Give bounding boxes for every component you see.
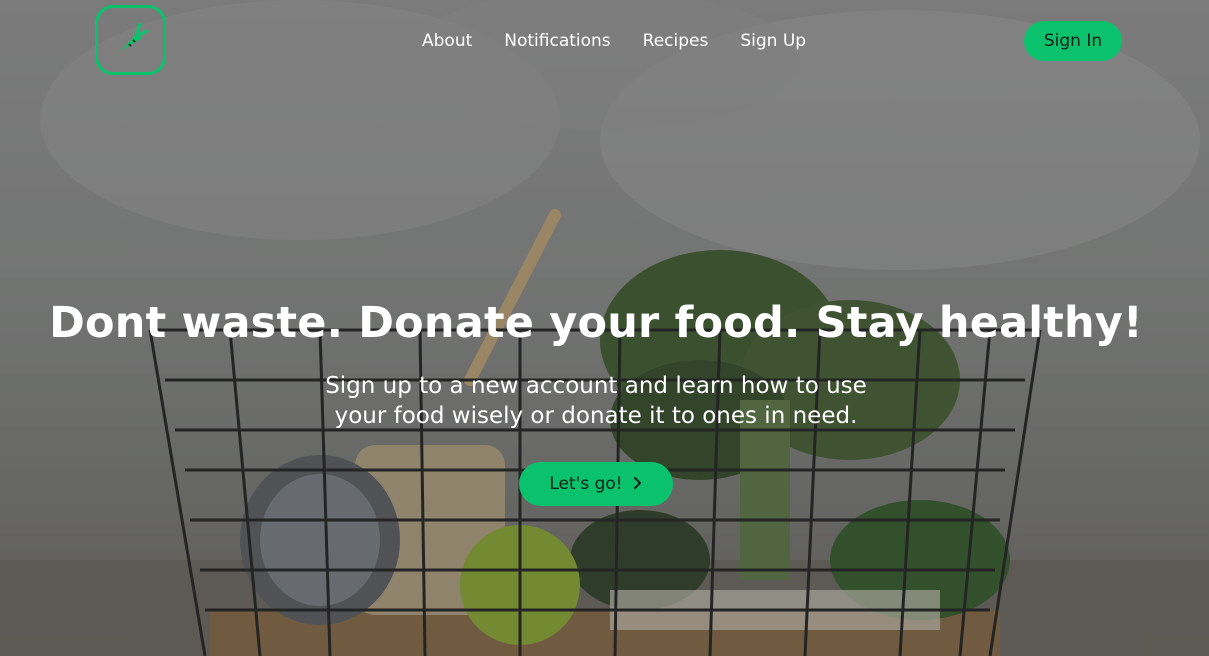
nav-link-signup[interactable]: Sign Up — [740, 30, 806, 52]
logo[interactable] — [95, 5, 166, 75]
hero-section: About Notifications Recipes Sign Up Sign… — [0, 0, 1209, 656]
nav-link-recipes[interactable]: Recipes — [643, 30, 709, 52]
lets-go-button[interactable]: Let's go! — [519, 462, 673, 506]
nav-link-about[interactable]: About — [422, 30, 472, 52]
hero-subtext: Sign up to a new account and learn how t… — [325, 373, 867, 429]
nav-link-notifications[interactable]: Notifications — [504, 30, 610, 52]
hero-headline: Dont waste. Donate your food. Stay healt… — [49, 298, 1143, 348]
carrot-icon — [111, 18, 151, 62]
navbar: About Notifications Recipes Sign Up Sign… — [0, 0, 1209, 82]
chevron-right-icon — [633, 476, 643, 493]
nav-links: About Notifications Recipes Sign Up — [422, 30, 806, 52]
signin-button[interactable]: Sign In — [1024, 21, 1122, 61]
cta-label: Let's go! — [549, 474, 623, 494]
